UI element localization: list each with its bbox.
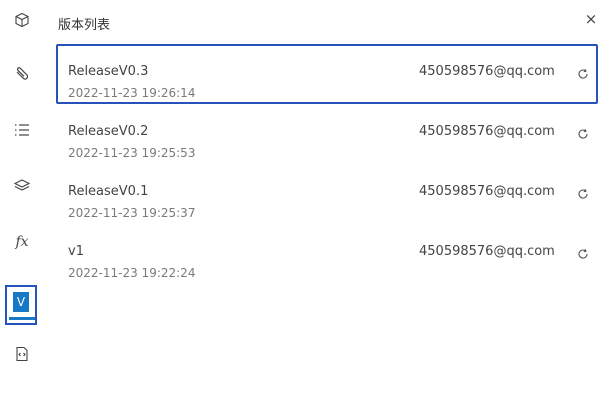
version-item[interactable]: ReleaseV0.3 2022-11-23 19:26:14 45059857… xyxy=(56,44,598,104)
panel-title: 版本列表 xyxy=(58,18,111,33)
version-author: 450598576@qq.com xyxy=(419,244,555,259)
sidebar-item-code[interactable] xyxy=(6,338,38,370)
restore-icon[interactable] xyxy=(577,188,589,200)
paperclip-icon xyxy=(16,67,29,80)
version-time: 2022-11-23 19:26:14 xyxy=(68,86,196,100)
sidebar-item-versions[interactable]: V xyxy=(5,285,37,325)
version-name: v1 xyxy=(68,244,84,259)
version-name: ReleaseV0.2 xyxy=(68,124,149,139)
version-name: ReleaseV0.3 xyxy=(68,64,149,79)
sidebar-item-functions[interactable]: fx xyxy=(6,226,38,258)
version-time: 2022-11-23 19:25:53 xyxy=(68,146,196,160)
version-item[interactable]: ReleaseV0.2 2022-11-23 19:25:53 45059857… xyxy=(56,104,598,164)
function-icon: fx xyxy=(15,234,29,250)
active-indicator xyxy=(9,317,35,320)
version-author: 450598576@qq.com xyxy=(419,124,555,139)
close-icon[interactable]: × xyxy=(583,11,599,27)
sidebar-item-list[interactable] xyxy=(6,114,38,146)
version-list: ReleaseV0.3 2022-11-23 19:26:14 45059857… xyxy=(56,44,598,284)
list-icon xyxy=(15,124,29,136)
version-item[interactable]: v1 2022-11-23 19:22:24 450598576@qq.com xyxy=(56,224,598,284)
version-item[interactable]: ReleaseV0.1 2022-11-23 19:25:37 45059857… xyxy=(56,164,598,224)
version-name: ReleaseV0.1 xyxy=(68,184,149,199)
sidebar-item-attachments[interactable] xyxy=(6,58,38,90)
restore-icon[interactable] xyxy=(577,68,589,80)
sidebar-item-layers[interactable] xyxy=(6,170,38,202)
version-author: 450598576@qq.com xyxy=(419,64,555,79)
sidebar-item-components[interactable] xyxy=(6,4,38,36)
version-time: 2022-11-23 19:22:24 xyxy=(68,266,196,280)
sidebar: fx V xyxy=(0,0,44,406)
restore-icon[interactable] xyxy=(577,128,589,140)
cube-icon xyxy=(15,12,29,28)
layers-icon xyxy=(14,179,30,191)
version-icon: V xyxy=(13,292,29,312)
code-file-icon xyxy=(16,346,28,362)
restore-icon[interactable] xyxy=(577,248,589,260)
version-time: 2022-11-23 19:25:37 xyxy=(68,206,196,220)
version-author: 450598576@qq.com xyxy=(419,184,555,199)
